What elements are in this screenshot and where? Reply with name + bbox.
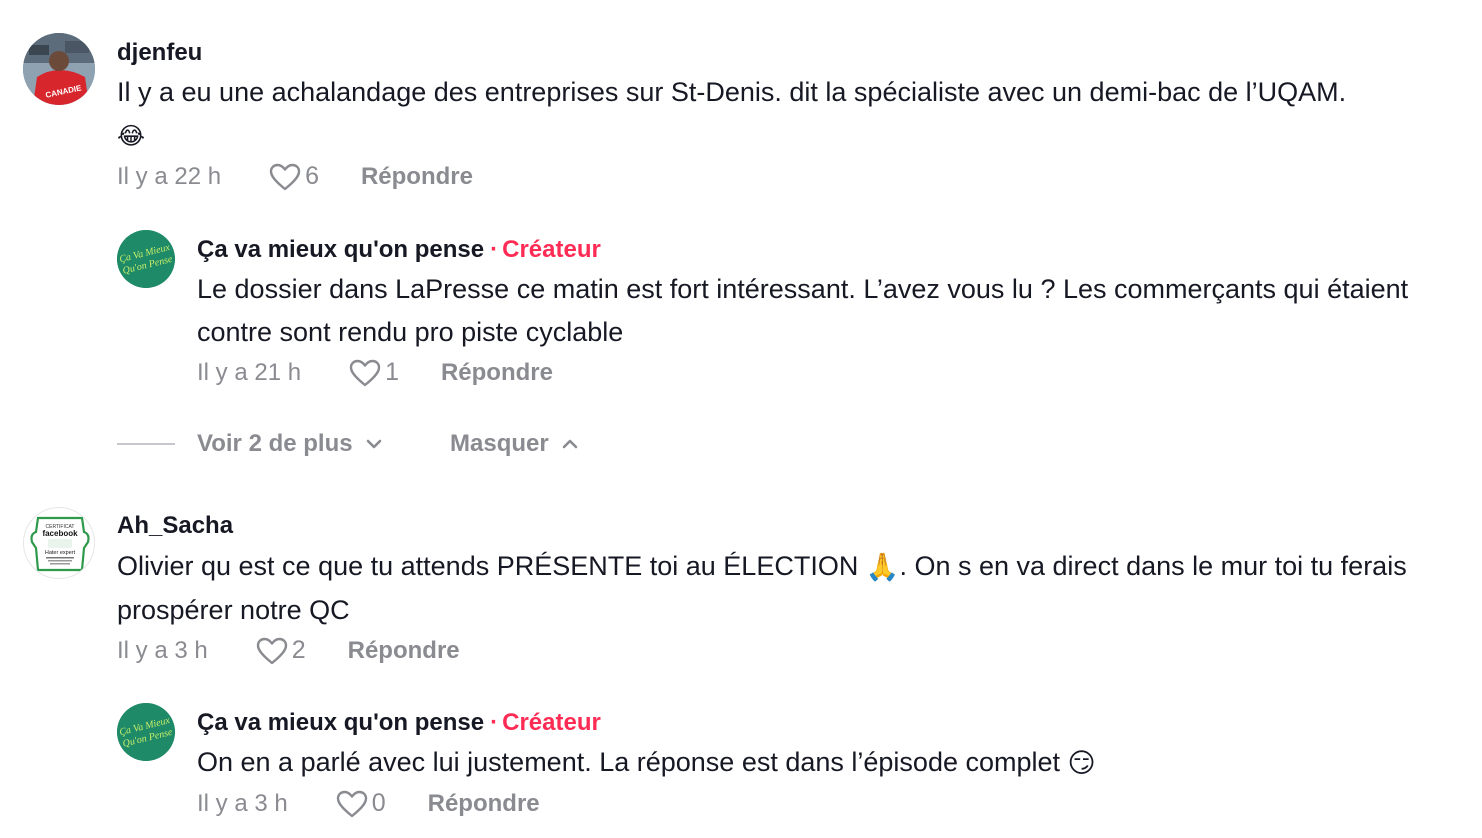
smirking-face-emoji-icon: 😏 — [1067, 748, 1096, 779]
reply-meta: Il y a 21 h 1 Répondre — [197, 358, 553, 387]
creator-badge: Créateur — [502, 236, 601, 263]
svg-text:Hater expert: Hater expert — [45, 550, 76, 556]
avatar-image: CANADIE — [23, 33, 95, 105]
chevron-up-icon — [562, 439, 578, 449]
comment-meta: Il y a 3 h 2 Répondre — [117, 636, 460, 665]
reply-button[interactable]: Répondre — [428, 790, 540, 818]
avatar[interactable]: Ça Va Mieux Qu'on Pense — [117, 703, 175, 761]
heart-icon — [256, 637, 287, 664]
reply-header: Ça va mieux qu'on pense · Créateur — [197, 236, 601, 264]
reply-button[interactable]: Répondre — [361, 163, 473, 191]
reply-meta: Il y a 3 h 0 Répondre — [197, 789, 540, 818]
reply-text-body: On en a parlé avec lui justement. La rép… — [197, 747, 1061, 777]
comment-timestamp: Il y a 3 h — [117, 636, 208, 664]
avatar[interactable]: CERTIFICAT facebook Hater expert — [23, 507, 95, 579]
reply-text: Le dossier dans LaPresse ce matin est fo… — [197, 274, 1409, 347]
reply-header: Ça va mieux qu'on pense · Créateur — [197, 709, 601, 737]
reply-timestamp: Il y a 3 h — [197, 789, 288, 817]
comment-text: Olivier qu est ce que tu attends PRÉSENT… — [117, 545, 1447, 632]
reply-username[interactable]: Ça va mieux qu'on pense — [197, 709, 484, 736]
comment-text-body: Il y a eu une achalandage des entreprise… — [117, 77, 1347, 107]
comment-timestamp: Il y a 22 h — [117, 162, 222, 190]
avatar[interactable]: Ça Va Mieux Qu'on Pense — [117, 230, 175, 288]
separator-dot: · — [490, 236, 499, 263]
comment-text: Il y a eu une achalandage des entreprise… — [117, 71, 1467, 158]
like-count: 6 — [305, 162, 319, 190]
like-count: 1 — [385, 358, 399, 386]
svg-text:facebook: facebook — [42, 529, 78, 538]
brand-logo-icon: Ça Va Mieux Qu'on Pense — [117, 230, 175, 288]
certificate-badge-icon: CERTIFICAT facebook Hater expert — [30, 516, 90, 572]
chevron-down-icon — [366, 439, 381, 449]
laughing-emoji-icon: 😂 — [117, 123, 146, 151]
reply-text: On en a parlé avec lui justement. La rép… — [197, 741, 1447, 785]
like-button[interactable]: 6 — [269, 162, 319, 191]
view-more-replies-button[interactable]: Voir 2 de plus — [197, 430, 383, 458]
like-count: 2 — [291, 636, 306, 664]
comment-username[interactable]: Ah_Sacha — [117, 512, 233, 540]
like-button[interactable]: 2 — [256, 636, 306, 665]
comment-text-part1: Olivier qu est ce que tu attends PRÉSENT… — [117, 551, 859, 581]
hide-label: Masquer — [450, 430, 549, 457]
like-count: 0 — [371, 789, 386, 817]
reply-button[interactable]: Répondre — [441, 359, 553, 387]
creator-badge: Créateur — [502, 709, 601, 736]
separator-dot: · — [490, 709, 499, 736]
avatar[interactable]: CANADIE — [23, 33, 95, 105]
thread-divider — [117, 443, 175, 445]
comment-username[interactable]: djenfeu — [117, 39, 202, 67]
comment-meta: Il y a 22 h 6 Répondre — [117, 162, 473, 191]
reply-timestamp: Il y a 21 h — [197, 358, 302, 386]
heart-icon — [269, 163, 301, 190]
like-button[interactable]: 0 — [336, 789, 386, 818]
view-more-label: Voir 2 de plus — [197, 430, 353, 457]
hide-replies-button[interactable]: Masquer — [450, 430, 579, 458]
heart-icon — [349, 359, 381, 386]
reply-username[interactable]: Ça va mieux qu'on pense — [197, 236, 484, 263]
heart-icon — [336, 790, 367, 817]
brand-logo-icon: Ça Va Mieux Qu'on Pense — [117, 703, 175, 761]
praying-hands-emoji-icon: 🙏 — [865, 552, 900, 583]
like-button[interactable]: 1 — [349, 358, 399, 387]
reply-button[interactable]: Répondre — [348, 637, 460, 665]
